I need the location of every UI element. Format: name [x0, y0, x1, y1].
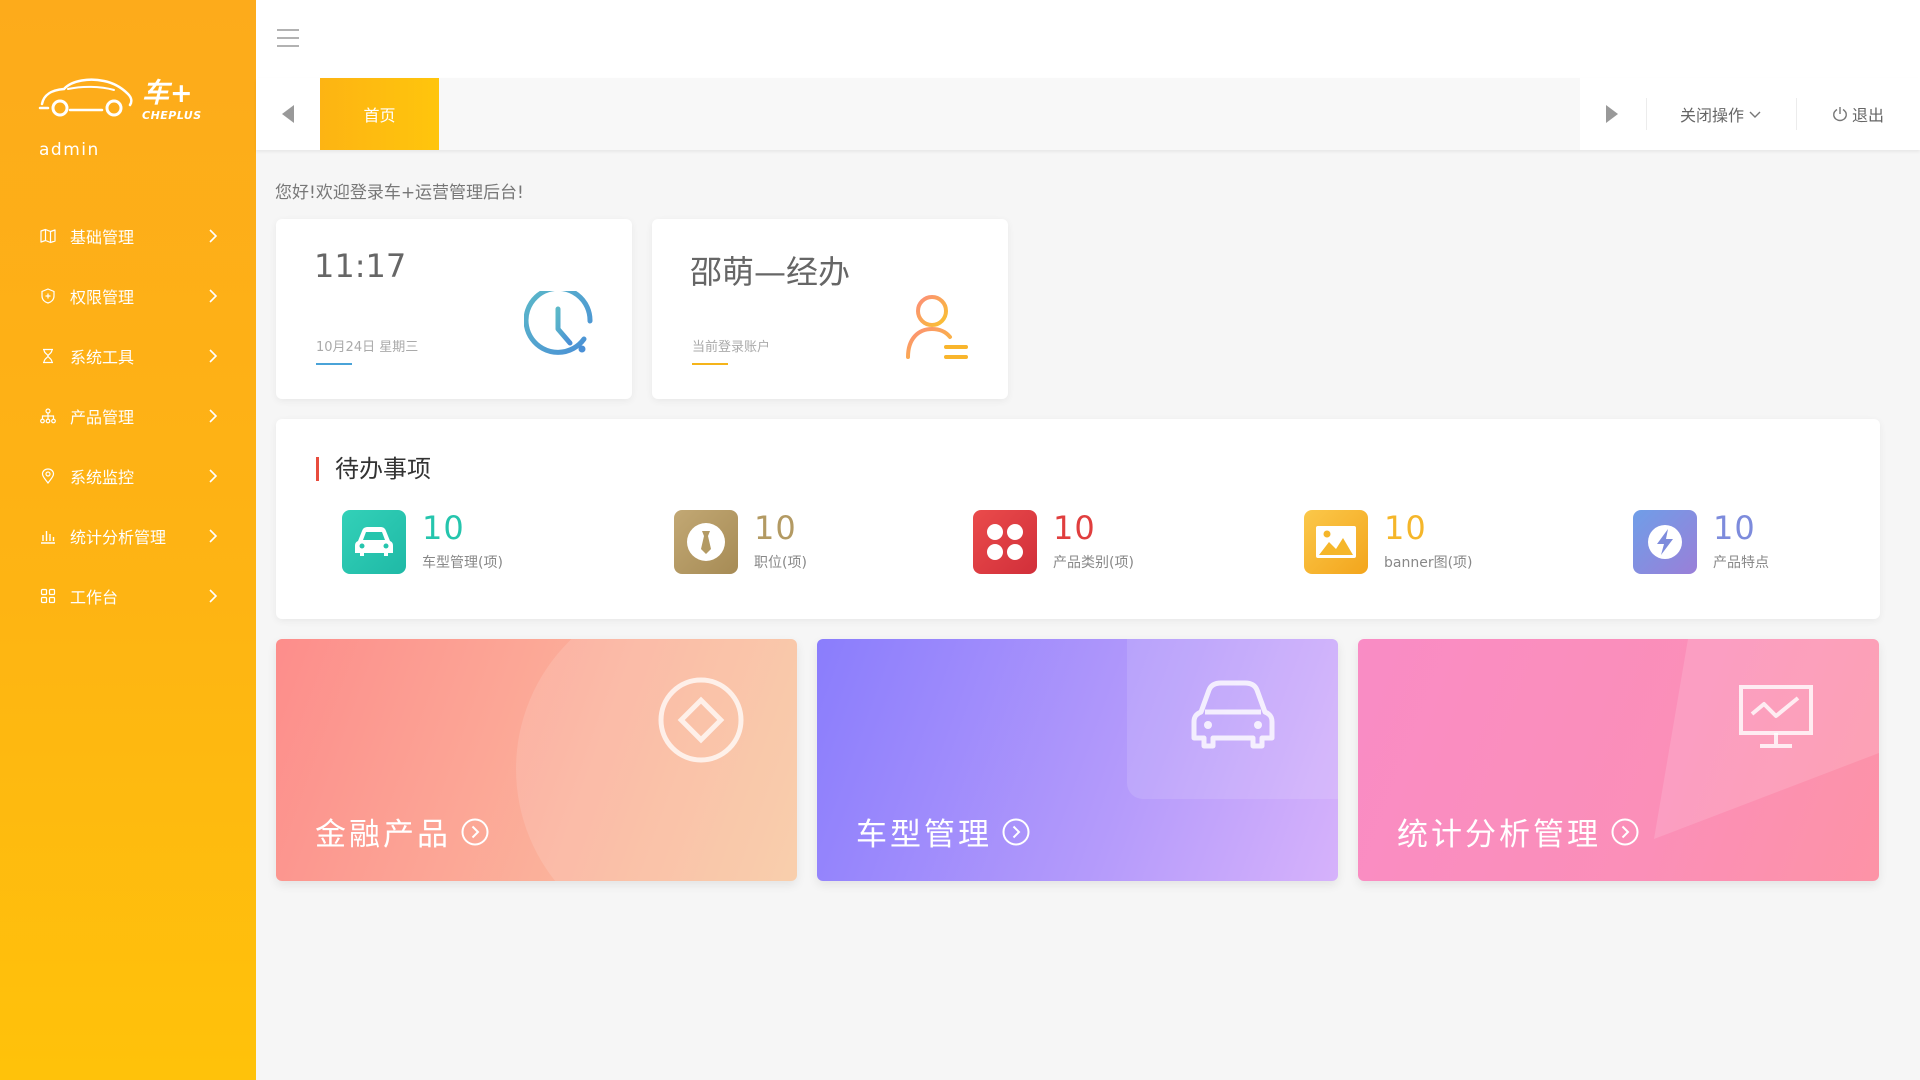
sidebar-item-label: 基础管理	[70, 228, 135, 247]
shortcut-card-car-models[interactable]: 车型管理	[817, 639, 1338, 881]
circle-arrow-right-icon	[461, 818, 489, 845]
tab-scroll-right-button[interactable]	[1580, 78, 1644, 150]
sidebar-item-label: 统计分析管理	[70, 528, 167, 547]
sidebar-item-product-management[interactable]: 产品管理	[0, 386, 256, 446]
circle-arrow-right-icon	[1002, 818, 1030, 845]
grid-icon	[40, 588, 56, 604]
sidebar-item-workbench[interactable]: 工作台	[0, 566, 256, 626]
sidebar-item-statistics[interactable]: 统计分析管理	[0, 506, 256, 566]
todo-panel: 待办事项 10 车型管理(项) 10 职位(项) 10 产品类别(项) 10 b…	[276, 419, 1880, 619]
sidebar-item-label: 权限管理	[70, 288, 135, 307]
chevron-right-icon	[209, 349, 218, 363]
sidebar-item-permission-management[interactable]: 权限管理	[0, 266, 256, 326]
bar-chart-icon	[40, 528, 56, 544]
map-icon	[40, 228, 56, 244]
clover-icon	[973, 510, 1037, 574]
car-icon	[1191, 680, 1275, 749]
logo: 车+ CHEPLUS	[38, 72, 201, 122]
time-card-accent	[316, 363, 352, 365]
clock-icon	[524, 291, 593, 355]
sidebar-item-label: 工作台	[70, 588, 119, 607]
tab-scroll-left-button[interactable]	[256, 78, 320, 150]
tab-bar: 首页 关闭操作 退出	[256, 78, 1920, 150]
hourglass-icon	[40, 348, 56, 364]
current-time: 11:17	[314, 247, 407, 285]
time-card: 11:17 10月24日 星期三	[276, 219, 632, 399]
todo-label: 产品特点	[1713, 555, 1769, 571]
close-operations-label: 关闭操作	[1679, 106, 1744, 125]
welcome-message: 您好!欢迎登录车+运营管理后台!	[275, 183, 524, 203]
todo-title: 待办事项	[316, 457, 431, 481]
caret-left-icon	[282, 105, 294, 123]
todo-label: 车型管理(项)	[422, 555, 503, 571]
tab-home[interactable]: 首页	[320, 78, 439, 150]
sidebar-item-label: 系统工具	[70, 348, 135, 367]
shortcut-label: 车型管理	[856, 817, 992, 853]
location-icon	[40, 468, 56, 484]
hamburger-menu-icon[interactable]	[276, 28, 300, 48]
sidebar-item-basic-management[interactable]: 基础管理	[0, 206, 256, 266]
sidebar-menu: 基础管理 权限管理 系统工具 产品管理 系统监控 统计分析管理 工作台	[0, 206, 256, 626]
todo-count: 10	[754, 509, 797, 547]
shortcut-card-finance[interactable]: 金融产品	[276, 639, 797, 881]
todo-count: 10	[1053, 509, 1096, 547]
image-icon	[1304, 510, 1368, 574]
logout-label: 退出	[1851, 106, 1884, 125]
car-logo-icon	[38, 78, 133, 117]
sitemap-icon	[40, 408, 56, 424]
logout-button[interactable]: 退出	[1796, 78, 1920, 150]
tab-strip: 首页	[320, 78, 1580, 150]
diamond-icon	[658, 677, 744, 763]
sidebar-item-system-monitor[interactable]: 系统监控	[0, 446, 256, 506]
user-icon	[906, 295, 968, 359]
account-caption: 当前登录账户	[692, 340, 771, 355]
account-name: 邵萌—经办	[690, 253, 851, 291]
chevron-right-icon	[209, 409, 218, 423]
sidebar: 车+ CHEPLUS admin 基础管理 权限管理 系统工具 产品管理 系统监…	[0, 0, 256, 1080]
user-card: 邵萌—经办 当前登录账户	[652, 219, 1008, 399]
chevron-down-icon	[1749, 111, 1761, 118]
shield-plus-icon	[40, 288, 56, 304]
todo-count: 10	[1713, 509, 1756, 547]
sidebar-item-system-tools[interactable]: 系统工具	[0, 326, 256, 386]
shortcut-label: 统计分析管理	[1397, 817, 1601, 853]
todo-label: 职位(项)	[754, 555, 807, 571]
sidebar-item-label: 产品管理	[70, 408, 135, 427]
todo-count: 10	[1384, 509, 1427, 547]
chevron-right-icon	[209, 589, 218, 603]
current-date: 10月24日 星期三	[316, 340, 419, 355]
todo-count: 10	[422, 509, 465, 547]
caret-right-icon	[1606, 105, 1618, 123]
sidebar-item-label: 系统监控	[70, 468, 135, 487]
user-card-accent	[692, 363, 728, 365]
close-operations-dropdown[interactable]: 关闭操作	[1646, 78, 1796, 150]
chevron-right-icon	[209, 289, 218, 303]
chevron-right-icon	[209, 229, 218, 243]
shortcut-card-statistics[interactable]: 统计分析管理	[1358, 639, 1879, 881]
top-header	[256, 0, 1920, 78]
todo-label: banner图(项)	[1384, 555, 1473, 571]
car-icon	[342, 510, 406, 574]
tie-icon	[674, 510, 738, 574]
circle-arrow-right-icon	[1611, 818, 1639, 845]
shortcut-label: 金融产品	[315, 817, 451, 853]
logo-brand-cn: 车+	[142, 78, 194, 109]
monitor-chart-icon	[1739, 685, 1813, 748]
power-icon	[1833, 107, 1847, 122]
logo-brand-en: CHEPLUS	[142, 109, 202, 122]
todo-label: 产品类别(项)	[1053, 555, 1134, 571]
chevron-right-icon	[209, 529, 218, 543]
current-username: admin	[39, 140, 100, 160]
chevron-right-icon	[209, 469, 218, 483]
lightning-icon	[1633, 510, 1697, 574]
